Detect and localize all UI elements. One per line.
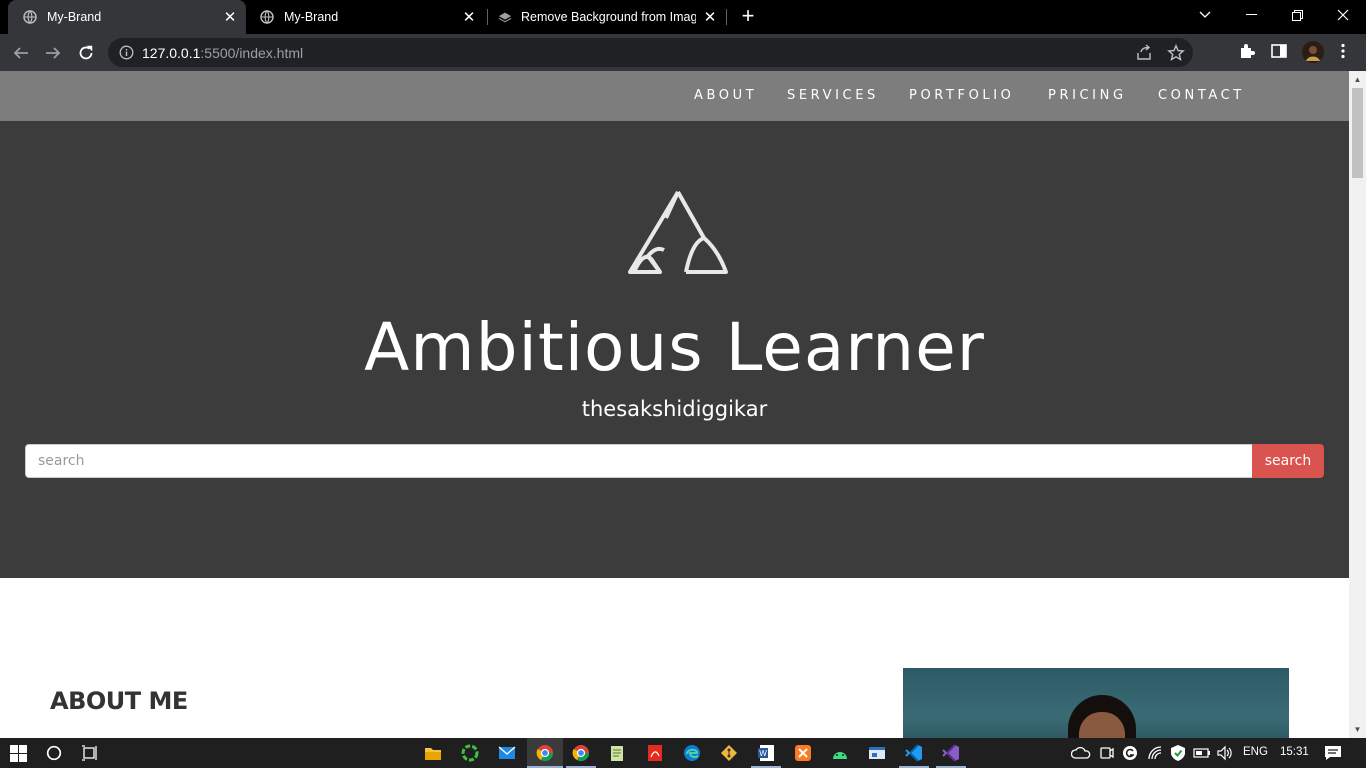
profile-avatar[interactable] bbox=[1302, 41, 1324, 63]
side-panel-icon[interactable] bbox=[1270, 42, 1290, 62]
browser-menu-icon[interactable] bbox=[1334, 42, 1354, 62]
tab-remove-background[interactable]: Remove Background from Image ✕ bbox=[488, 0, 724, 34]
close-tab-icon[interactable]: ✕ bbox=[461, 9, 477, 26]
action-center-icon[interactable] bbox=[1323, 743, 1343, 763]
onedrive-cloud-icon[interactable] bbox=[1071, 743, 1091, 763]
reload-icon[interactable] bbox=[73, 40, 99, 66]
nav-link-about[interactable]: ABOUT bbox=[694, 88, 757, 103]
tab-my-brand-1[interactable]: My-Brand ✕ bbox=[8, 0, 246, 34]
mail-icon[interactable] bbox=[497, 743, 517, 763]
wifi-icon[interactable] bbox=[1145, 743, 1165, 763]
globe-icon bbox=[23, 10, 37, 24]
visual-studio-icon[interactable] bbox=[941, 743, 961, 763]
xampp-icon[interactable] bbox=[793, 743, 813, 763]
url-text: 127.0.0.1:5500/index.html bbox=[142, 45, 304, 61]
site-navbar: ABOUT SERVICES PORTFOLIO PRICING CONTACT bbox=[0, 71, 1349, 121]
nav-link-services[interactable]: SERVICES bbox=[787, 88, 879, 103]
word-icon[interactable]: W bbox=[756, 743, 776, 763]
cortana-search-icon[interactable] bbox=[44, 743, 64, 763]
tab-title: My-Brand bbox=[284, 10, 339, 24]
svg-text:W: W bbox=[759, 749, 767, 758]
back-icon[interactable] bbox=[8, 40, 34, 66]
volume-icon[interactable] bbox=[1215, 743, 1235, 763]
app-window-icon[interactable] bbox=[867, 743, 887, 763]
nav-link-pricing[interactable]: PRICING bbox=[1048, 88, 1127, 103]
tab-title: My-Brand bbox=[47, 10, 102, 24]
scroll-up-arrow-icon[interactable]: ▲ bbox=[1349, 71, 1366, 88]
address-bar[interactable]: 127.0.0.1:5500/index.html bbox=[108, 38, 1193, 67]
meet-now-icon[interactable] bbox=[1097, 743, 1117, 763]
brand-logo-icon bbox=[628, 190, 728, 274]
close-tab-icon[interactable]: ✕ bbox=[702, 9, 718, 26]
chrome-profile-icon[interactable] bbox=[571, 743, 591, 763]
taskbar-clock[interactable]: 15:31 bbox=[1280, 746, 1309, 758]
task-view-icon[interactable] bbox=[80, 743, 100, 763]
grammarly-icon[interactable] bbox=[1120, 743, 1140, 763]
file-explorer-icon[interactable] bbox=[423, 743, 443, 763]
tab-title: Remove Background from Image bbox=[521, 10, 696, 24]
hero-title: Ambitious Learner bbox=[364, 309, 985, 386]
globe-icon bbox=[260, 10, 274, 24]
new-tab-button[interactable]: + bbox=[736, 5, 760, 29]
site-info-icon[interactable] bbox=[119, 45, 134, 60]
edge-icon[interactable] bbox=[682, 743, 702, 763]
close-window-button[interactable] bbox=[1320, 0, 1366, 30]
green-circle-app-icon[interactable] bbox=[460, 743, 480, 763]
git-icon[interactable] bbox=[719, 743, 739, 763]
hero-tagline: thesakshidiggikar bbox=[581, 397, 768, 421]
browser-tab-strip: My-Brand ✕ My-Brand ✕ Remove Background … bbox=[0, 0, 1366, 34]
forward-icon[interactable] bbox=[40, 40, 66, 66]
android-studio-icon[interactable] bbox=[830, 743, 850, 763]
hero-section: Ambitious Learner thesakshidiggikar sear… bbox=[0, 121, 1349, 578]
scrollbar-thumb[interactable] bbox=[1352, 88, 1363, 178]
browser-toolbar: 127.0.0.1:5500/index.html bbox=[0, 34, 1366, 71]
about-me-heading: ABOUT ME bbox=[50, 687, 188, 715]
page-viewport: ABOUT SERVICES PORTFOLIO PRICING CONTACT… bbox=[0, 71, 1349, 738]
search-input[interactable] bbox=[25, 444, 1253, 478]
search-button[interactable]: search bbox=[1252, 444, 1324, 478]
extensions-icon[interactable] bbox=[1238, 42, 1258, 62]
nav-link-portfolio[interactable]: PORTFOLIO bbox=[909, 88, 1015, 103]
minimize-button[interactable] bbox=[1228, 0, 1274, 30]
language-indicator[interactable]: ENG bbox=[1243, 746, 1268, 758]
close-tab-icon[interactable]: ✕ bbox=[222, 9, 238, 26]
profile-photo bbox=[903, 668, 1289, 738]
vscode-icon[interactable] bbox=[904, 743, 924, 763]
windows-taskbar: W ENG 15:31 bbox=[0, 738, 1366, 768]
layers-icon bbox=[498, 10, 512, 24]
tab-search-icon[interactable] bbox=[1182, 0, 1228, 30]
windows-start-icon[interactable] bbox=[8, 743, 28, 763]
scroll-down-arrow-icon[interactable]: ▼ bbox=[1349, 721, 1366, 738]
battery-icon[interactable] bbox=[1192, 743, 1212, 763]
tab-divider bbox=[726, 9, 727, 25]
tab-my-brand-2[interactable]: My-Brand ✕ bbox=[246, 0, 486, 34]
chrome-icon[interactable] bbox=[535, 743, 555, 763]
security-shield-icon[interactable] bbox=[1168, 743, 1188, 763]
nav-link-contact[interactable]: CONTACT bbox=[1158, 88, 1245, 103]
share-icon[interactable] bbox=[1135, 44, 1153, 62]
restore-button[interactable] bbox=[1274, 0, 1320, 30]
notepad-icon[interactable] bbox=[607, 743, 627, 763]
pdf-reader-icon[interactable] bbox=[645, 743, 665, 763]
page-scrollbar[interactable]: ▲ ▼ bbox=[1349, 71, 1366, 738]
bookmark-star-icon[interactable] bbox=[1167, 44, 1185, 62]
